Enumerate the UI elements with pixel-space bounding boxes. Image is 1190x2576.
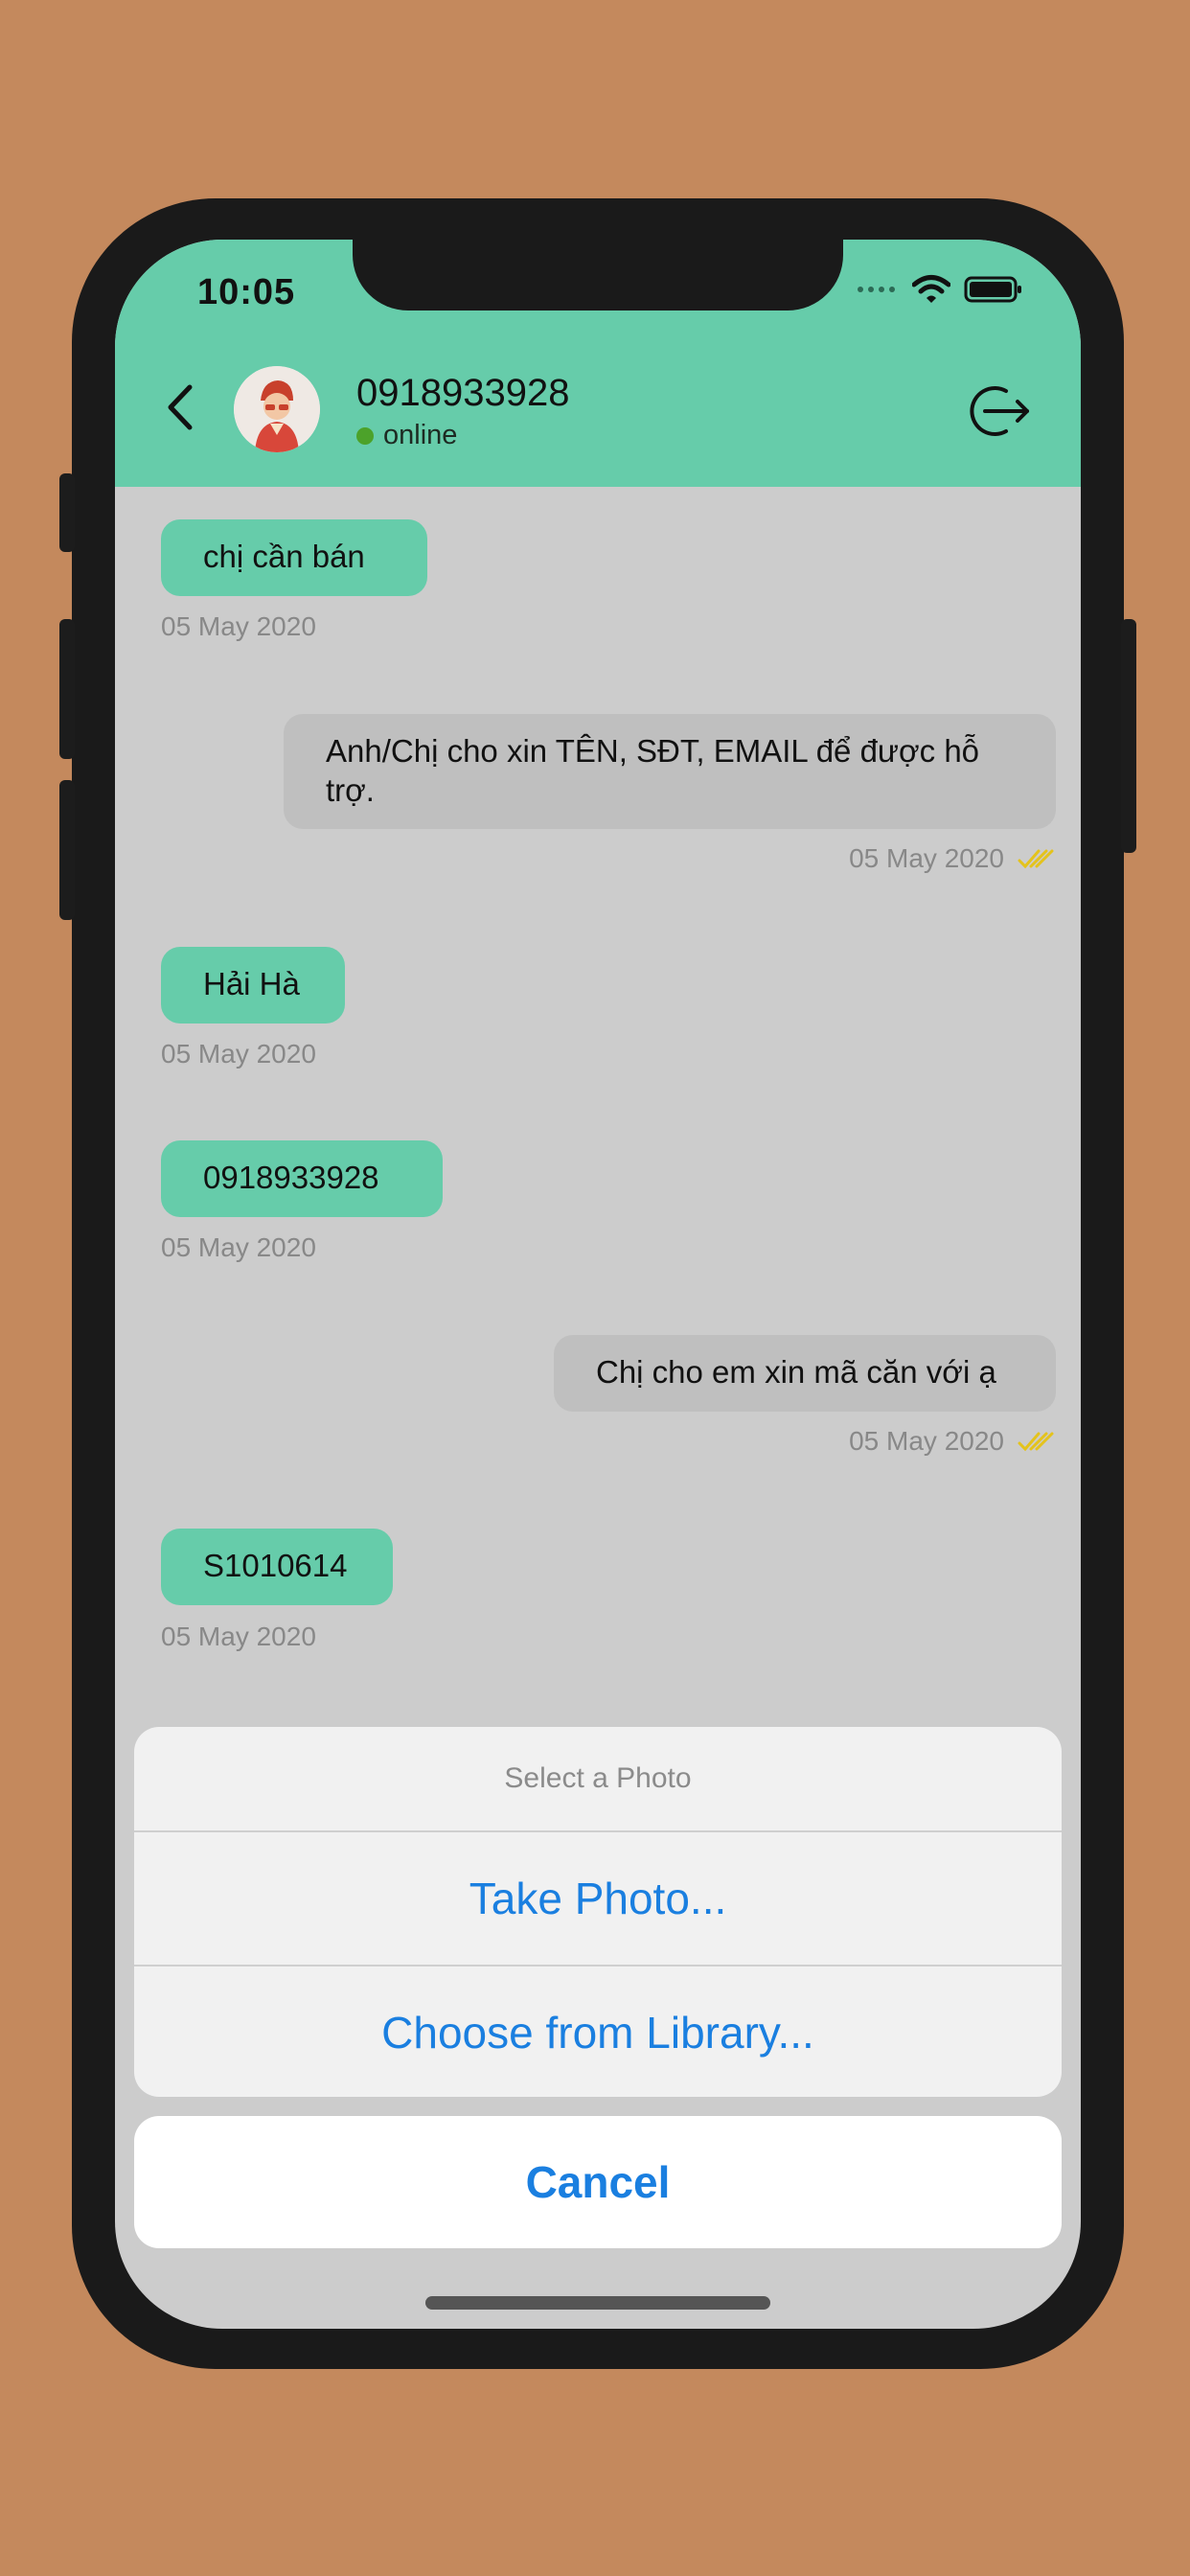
home-indicator[interactable] bbox=[425, 2296, 770, 2310]
back-chevron-icon[interactable] bbox=[161, 381, 203, 433]
message-text: Chị cho em xin mã căn với ạ bbox=[596, 1354, 996, 1390]
message-text: Anh/Chị cho xin TÊN, SĐT, EMAIL để được … bbox=[326, 733, 980, 808]
message-timestamp: 05 May 2020 bbox=[161, 611, 316, 641]
message-timestamp: 05 May 2020 bbox=[849, 843, 1004, 873]
message-text: 0918933928 bbox=[203, 1160, 379, 1195]
message-bubble-outgoing[interactable]: Chị cho em xin mã căn với ạ bbox=[554, 1335, 1056, 1412]
screen: 10:05 0918933928 online chị cần bán 05 M… bbox=[115, 240, 1081, 2329]
volume-up-button bbox=[59, 619, 75, 759]
message-bubble-incoming[interactable]: chị cần bán bbox=[161, 519, 427, 596]
status-time: 10:05 bbox=[197, 272, 296, 312]
message-timestamp: 05 May 2020 bbox=[849, 1426, 1004, 1456]
logout-icon[interactable] bbox=[968, 381, 1035, 441]
choose-from-library-button[interactable]: Choose from Library... bbox=[134, 1966, 1062, 2097]
power-button bbox=[1121, 619, 1136, 853]
avatar[interactable] bbox=[234, 366, 320, 452]
read-check-icon bbox=[1018, 1432, 1054, 1452]
action-sheet-title: Select a Photo bbox=[134, 1727, 1062, 1832]
message-text: S1010614 bbox=[203, 1548, 348, 1583]
signal-dots-icon bbox=[858, 287, 895, 292]
message-timestamp: 05 May 2020 bbox=[161, 1039, 316, 1069]
battery-icon bbox=[964, 276, 1021, 303]
message-text: chị cần bán bbox=[203, 539, 365, 574]
message-bubble-outgoing[interactable]: Anh/Chị cho xin TÊN, SĐT, EMAIL để được … bbox=[284, 714, 1056, 829]
cancel-button[interactable]: Cancel bbox=[134, 2116, 1062, 2248]
avatar-illustration-icon bbox=[234, 366, 320, 452]
presence-row: online bbox=[356, 420, 457, 451]
message-bubble-incoming[interactable]: Hải Hà bbox=[161, 947, 345, 1024]
photo-action-sheet: Select a Photo Take Photo... Choose from… bbox=[134, 1727, 1062, 2097]
presence-label: online bbox=[383, 420, 458, 450]
message-meta: 05 May 2020 bbox=[849, 1426, 1056, 1457]
mute-switch bbox=[59, 473, 75, 552]
status-icons bbox=[857, 274, 1023, 305]
online-dot-icon bbox=[356, 426, 374, 445]
volume-down-button bbox=[59, 780, 75, 920]
message-bubble-incoming[interactable]: 0918933928 bbox=[161, 1140, 443, 1217]
take-photo-button[interactable]: Take Photo... bbox=[134, 1832, 1062, 1966]
message-bubble-incoming[interactable]: S1010614 bbox=[161, 1529, 393, 1605]
message-timestamp: 05 May 2020 bbox=[161, 1232, 316, 1262]
contact-name: 0918933928 bbox=[356, 372, 570, 414]
message-meta: 05 May 2020 bbox=[849, 843, 1056, 874]
chat-header: 10:05 0918933928 online bbox=[115, 240, 1081, 487]
notch bbox=[353, 240, 843, 310]
wifi-icon bbox=[912, 275, 950, 303]
read-check-icon bbox=[1018, 849, 1054, 869]
message-timestamp: 05 May 2020 bbox=[161, 1622, 316, 1651]
message-text: Hải Hà bbox=[203, 966, 300, 1001]
